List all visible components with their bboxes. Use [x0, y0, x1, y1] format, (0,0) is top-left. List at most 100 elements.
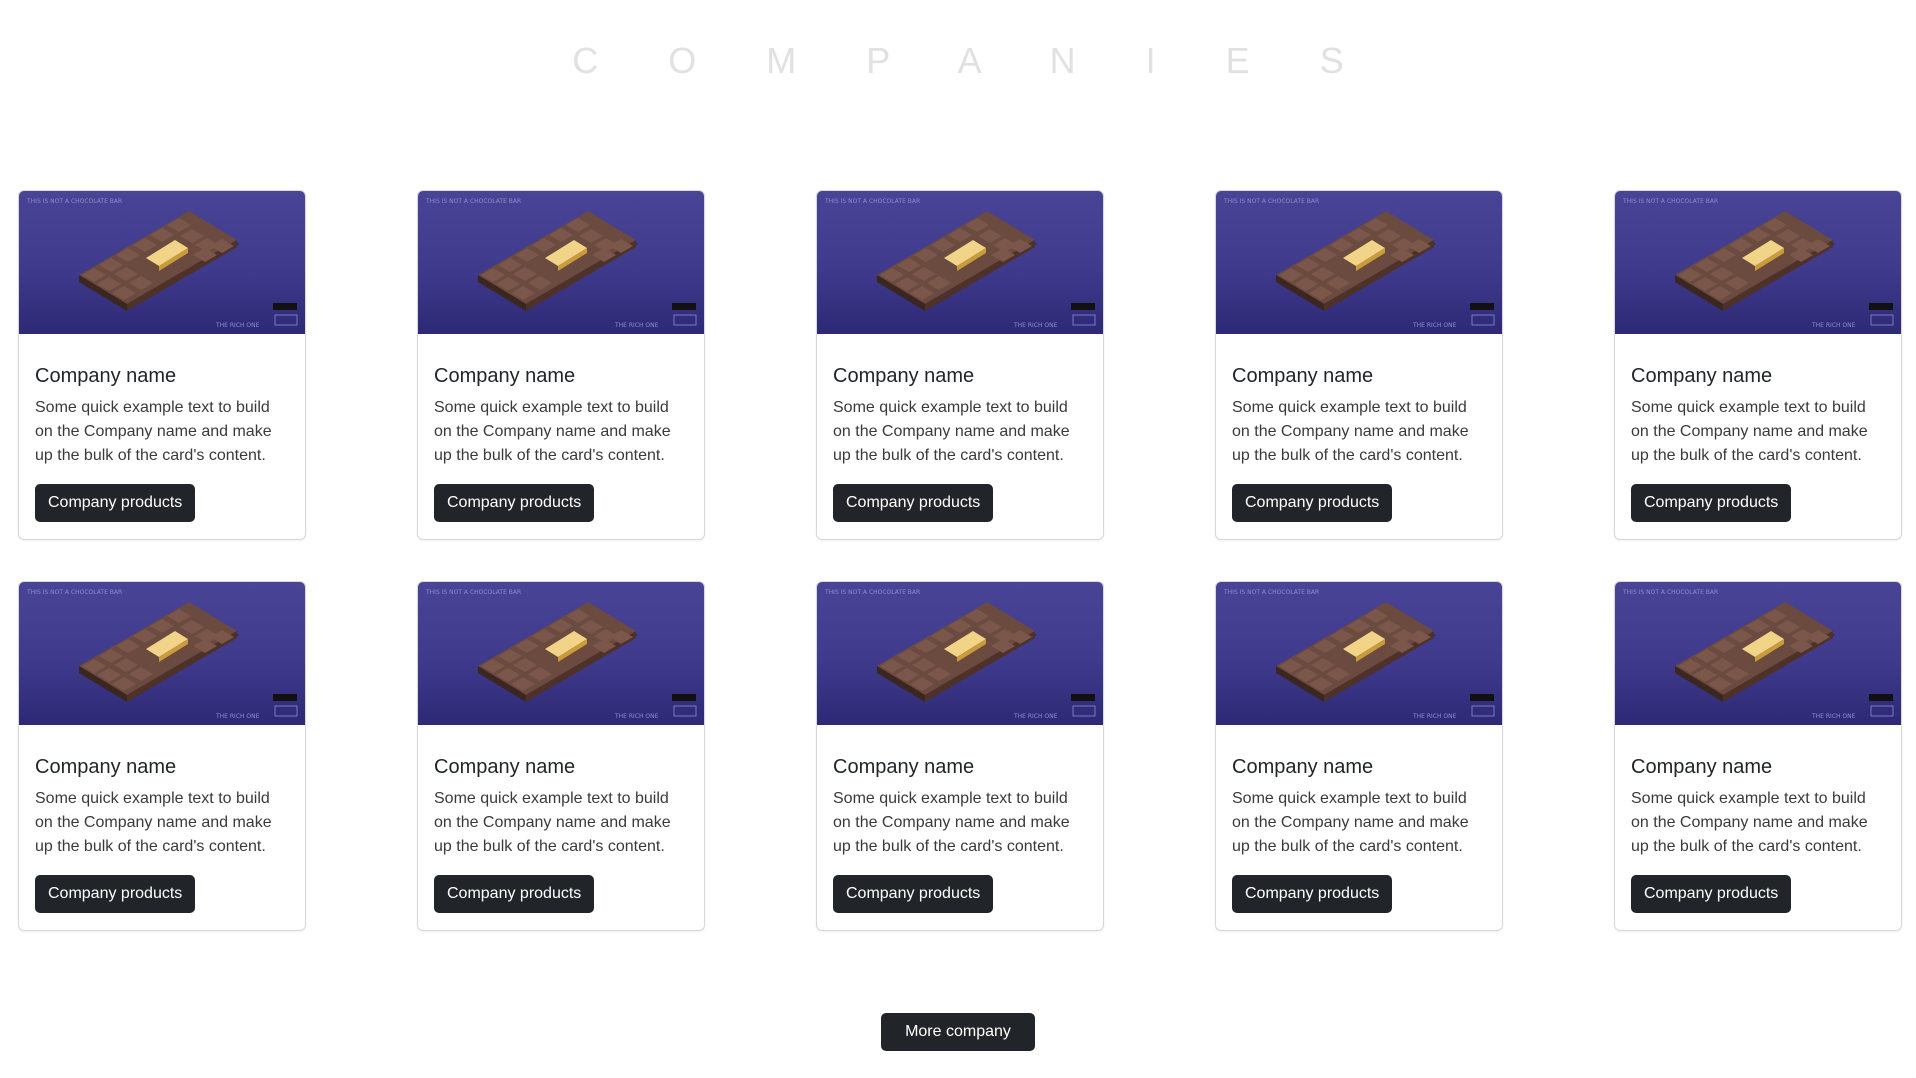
card-text: Some quick example text to build on the … [35, 399, 272, 464]
brand-seal [673, 705, 697, 717]
card-text: Some quick example text to build on the … [833, 790, 1070, 855]
image-top-text: THIS IS NOT A CHOCOLATE BAR [425, 198, 521, 205]
image-bottom-text: THE RICH ONE [1013, 322, 1058, 329]
image-bottom-text: THE RICH ONE [1412, 322, 1457, 329]
logo-mark [1470, 303, 1494, 310]
logo-mark [273, 303, 297, 310]
company-products-button[interactable]: Company products [434, 875, 595, 913]
card-title: Company name [434, 365, 576, 387]
card-text: Some quick example text to build on the … [1631, 399, 1868, 464]
company-products-button[interactable]: Company products [35, 875, 196, 913]
image-top-text: THIS IS NOT A CHOCOLATE BAR [1622, 198, 1718, 205]
company-products-button[interactable]: Company products [434, 484, 595, 522]
logo-mark [672, 694, 696, 701]
company-products-button[interactable]: Company products [35, 484, 196, 522]
more-company-button[interactable]: More company [881, 1013, 1035, 1051]
card-title: Company name [434, 756, 576, 778]
card-text: Some quick example text to build on the … [35, 790, 272, 855]
card-title: Company name [833, 365, 975, 387]
brand-seal [1072, 314, 1096, 326]
company-products-button[interactable]: Company products [1232, 875, 1393, 913]
chocolate-bar-illustration [1276, 211, 1436, 311]
card-text: Some quick example text to build on the … [1232, 790, 1469, 855]
company-card: THIS IS NOT A CHOCOLATE BAR THE RICH ONE [1215, 190, 1503, 540]
company-card: THIS IS NOT A CHOCOLATE BAR THE RICH ONE [1215, 581, 1503, 931]
company-image: THIS IS NOT A CHOCOLATE BAR THE RICH ONE [1216, 191, 1502, 334]
company-products-button[interactable]: Company products [1232, 484, 1393, 522]
more-company-container: More company [0, 1013, 1916, 1051]
logo-mark [1869, 694, 1893, 701]
company-image: THIS IS NOT A CHOCOLATE BAR THE RICH ONE [817, 582, 1103, 725]
company-card-grid: THIS IS NOT A CHOCOLATE BAR THE RICH ONE [18, 190, 1902, 931]
chocolate-bar-illustration [1276, 602, 1436, 702]
company-image: THIS IS NOT A CHOCOLATE BAR THE RICH ONE [817, 191, 1103, 334]
chocolate-bar-illustration [79, 602, 239, 702]
brand-seal [673, 314, 697, 326]
chocolate-bar-illustration [877, 211, 1037, 311]
image-bottom-text: THE RICH ONE [614, 322, 659, 329]
company-image: THIS IS NOT A CHOCOLATE BAR THE RICH ONE [1615, 582, 1901, 725]
card-title: Company name [1232, 756, 1374, 778]
card-title: Company name [35, 365, 177, 387]
company-card: THIS IS NOT A CHOCOLATE BAR THE RICH ONE [1614, 581, 1902, 931]
image-top-text: THIS IS NOT A CHOCOLATE BAR [425, 589, 521, 596]
brand-seal [1471, 314, 1495, 326]
chocolate-bar-illustration [478, 211, 638, 311]
image-top-text: THIS IS NOT A CHOCOLATE BAR [824, 198, 920, 205]
card-text: Some quick example text to build on the … [434, 399, 671, 464]
image-bottom-text: THE RICH ONE [1811, 322, 1856, 329]
logo-mark [1071, 303, 1095, 310]
company-card: THIS IS NOT A CHOCOLATE BAR THE RICH ONE [417, 190, 705, 540]
image-bottom-text: THE RICH ONE [215, 322, 260, 329]
logo-mark [273, 694, 297, 701]
image-top-text: THIS IS NOT A CHOCOLATE BAR [1622, 589, 1718, 596]
company-card: THIS IS NOT A CHOCOLATE BAR THE RICH ONE [816, 581, 1104, 931]
image-top-text: THIS IS NOT A CHOCOLATE BAR [824, 589, 920, 596]
company-products-button[interactable]: Company products [833, 875, 994, 913]
image-top-text: THIS IS NOT A CHOCOLATE BAR [1223, 198, 1319, 205]
logo-mark [1470, 694, 1494, 701]
company-products-button[interactable]: Company products [1631, 484, 1792, 522]
company-card: THIS IS NOT A CHOCOLATE BAR THE RICH ONE [417, 581, 705, 931]
chocolate-bar-illustration [1675, 602, 1835, 702]
image-top-text: THIS IS NOT A CHOCOLATE BAR [26, 589, 122, 596]
card-title: Company name [35, 756, 177, 778]
brand-seal [1870, 314, 1894, 326]
card-text: Some quick example text to build on the … [1232, 399, 1469, 464]
card-title: Company name [1232, 365, 1374, 387]
brand-seal [274, 705, 298, 717]
company-card: THIS IS NOT A CHOCOLATE BAR THE RICH ONE [816, 190, 1104, 540]
chocolate-bar-illustration [478, 602, 638, 702]
logo-mark [672, 303, 696, 310]
company-image: THIS IS NOT A CHOCOLATE BAR THE RICH ONE [19, 582, 305, 725]
company-card: THIS IS NOT A CHOCOLATE BAR THE RICH ONE [1614, 190, 1902, 540]
card-text: Some quick example text to build on the … [1631, 790, 1868, 855]
image-bottom-text: THE RICH ONE [1811, 713, 1856, 720]
logo-mark [1071, 694, 1095, 701]
company-card: THIS IS NOT A CHOCOLATE BAR THE RICH ONE [18, 581, 306, 931]
card-title: Company name [1631, 365, 1773, 387]
image-top-text: THIS IS NOT A CHOCOLATE BAR [26, 198, 122, 205]
image-top-text: THIS IS NOT A CHOCOLATE BAR [1223, 589, 1319, 596]
company-image: THIS IS NOT A CHOCOLATE BAR THE RICH ONE [1216, 582, 1502, 725]
chocolate-bar-illustration [877, 602, 1037, 702]
companies-page: C O M P A N I E S THIS IS NOT A CHOCOLAT… [0, 0, 1916, 1078]
brand-seal [1072, 705, 1096, 717]
image-bottom-text: THE RICH ONE [614, 713, 659, 720]
card-title: Company name [833, 756, 975, 778]
company-card: THIS IS NOT A CHOCOLATE BAR THE RICH ONE [18, 190, 306, 540]
company-image: THIS IS NOT A CHOCOLATE BAR THE RICH ONE [1615, 191, 1901, 334]
company-products-button[interactable]: Company products [833, 484, 994, 522]
card-text: Some quick example text to build on the … [833, 399, 1070, 464]
brand-seal [274, 314, 298, 326]
page-title: C O M P A N I E S [572, 40, 1374, 81]
company-image: THIS IS NOT A CHOCOLATE BAR THE RICH ONE [418, 582, 704, 725]
brand-seal [1870, 705, 1894, 717]
chocolate-bar-illustration [79, 211, 239, 311]
company-products-button[interactable]: Company products [1631, 875, 1792, 913]
card-title: Company name [1631, 756, 1773, 778]
image-bottom-text: THE RICH ONE [1013, 713, 1058, 720]
card-text: Some quick example text to build on the … [434, 790, 671, 855]
chocolate-bar-illustration [1675, 211, 1835, 311]
company-image: THIS IS NOT A CHOCOLATE BAR THE RICH ONE [418, 191, 704, 334]
